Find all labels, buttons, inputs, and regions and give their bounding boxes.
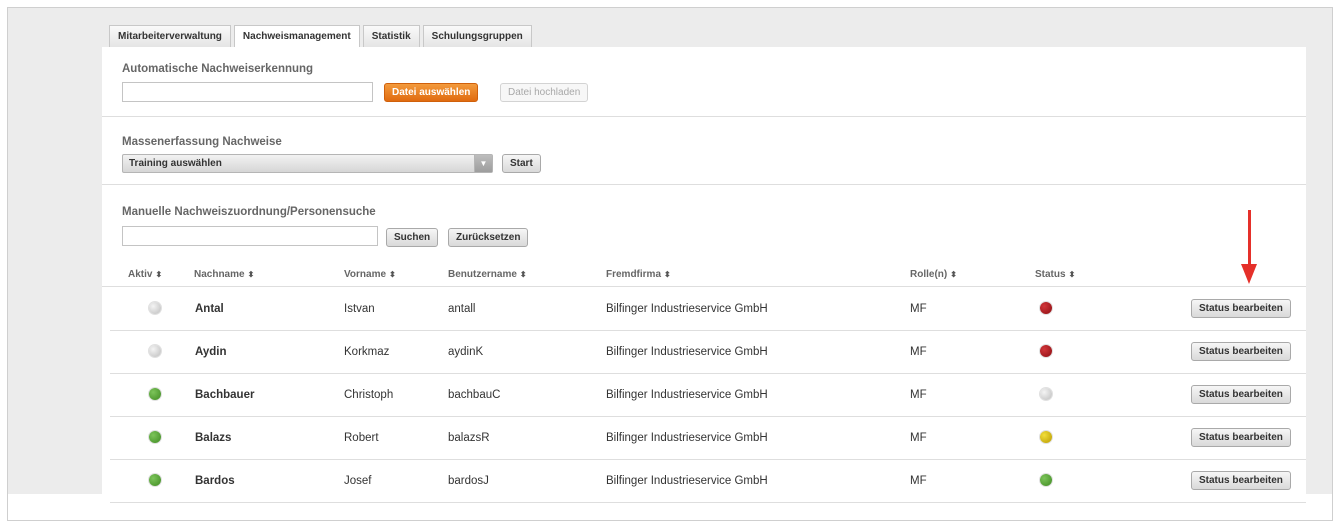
aktiv-indicator [149,388,161,400]
cell-benutzername: bardosJ [448,475,489,487]
tab-statistik[interactable]: Statistik [362,25,420,48]
cell-benutzername: balazsR [448,432,490,444]
edit-status-button[interactable]: Status bearbeiten [1191,385,1291,404]
sort-icon: ⬍ [950,270,957,279]
section-title: Manuelle Nachweiszuordnung/Personensuche [122,206,376,218]
cell-benutzername: bachbauC [448,389,501,401]
select-file-button[interactable]: Datei auswählen [384,83,479,102]
cell-fremdfirma: Bilfinger Industrieservice GmbH [606,346,768,358]
status-indicator [1040,431,1052,443]
chevron-down-icon: ▼ [474,155,492,172]
training-select-value: Training auswählen [129,158,222,169]
content-panel: Automatische Nachweiserkennung Datei aus… [102,47,1306,503]
annotation-arrow [1248,210,1251,266]
mass-entry-section: Massenerfassung Nachweise Training auswä… [102,117,1306,185]
auto-detection-section: Automatische Nachweiserkennung Datei aus… [102,47,1306,117]
column-vorname[interactable]: Vorname ⬍ [344,269,396,280]
column-label: Vorname [344,269,387,280]
status-indicator [1040,302,1052,314]
cell-vorname: Korkmaz [344,346,390,358]
sort-icon: ⬍ [1068,270,1076,279]
app-frame: Mitarbeiterverwaltung Nachweismanagement… [7,7,1333,521]
column-rollen[interactable]: Rolle(n) ⬍ [910,269,957,280]
status-indicator [1040,388,1052,400]
edit-status-button[interactable]: Status bearbeiten [1191,342,1291,361]
table-header: Aktiv ⬍ Nachname ⬍ Vorname ⬍ Benutzername ⬍ … [102,261,1306,287]
cell-nachname: Antal [195,303,224,315]
cell-rolle: MF [910,389,927,401]
cell-rolle: MF [910,303,927,315]
table-row: Bachbauer Christoph bachbauC Bilfinger I… [110,374,1306,417]
sort-icon: ⬍ [664,270,671,279]
file-path-input[interactable] [122,82,373,102]
cell-rolle: MF [910,432,927,444]
cell-fremdfirma: Bilfinger Industrieservice GmbH [606,475,768,487]
cell-nachname: Bardos [195,475,235,487]
section-title: Massenerfassung Nachweise [122,136,282,148]
table-row: Balazs Robert balazsR Bilfinger Industri… [110,417,1306,460]
cell-vorname: Christoph [344,389,394,401]
cell-vorname: Istvan [344,303,375,315]
upload-file-button[interactable]: Datei hochladen [500,83,589,102]
cell-fremdfirma: Bilfinger Industrieservice GmbH [606,389,768,401]
table-row: Antal Istvan antall Bilfinger Industries… [110,288,1306,331]
column-label: Aktiv [128,269,153,280]
cell-nachname: Balazs [195,432,232,444]
search-button[interactable]: Suchen [386,228,439,247]
tab-schulungsgruppen[interactable]: Schulungsgruppen [422,25,532,48]
table-row: Bardos Josef bardosJ Bilfinger Industrie… [110,460,1306,503]
cell-fremdfirma: Bilfinger Industrieservice GmbH [606,432,768,444]
edit-status-button[interactable]: Status bearbeiten [1191,471,1291,490]
aktiv-indicator [149,474,161,486]
cell-rolle: MF [910,346,927,358]
status-indicator [1040,474,1052,486]
sort-icon: ⬍ [389,270,396,279]
column-nachname[interactable]: Nachname ⬍ [194,269,254,280]
cell-vorname: Robert [344,432,379,444]
reset-button[interactable]: Zurücksetzen [448,228,529,247]
tab-mitarbeiterverwaltung[interactable]: Mitarbeiterverwaltung [109,25,231,48]
person-search-input[interactable] [122,226,378,246]
cell-nachname: Bachbauer [195,389,255,401]
page-background: Mitarbeiterverwaltung Nachweismanagement… [8,8,1332,503]
table-row: Aydin Korkmaz aydinK Bilfinger Industrie… [110,331,1306,374]
sort-icon: ⬍ [155,270,163,279]
start-button[interactable]: Start [502,154,541,173]
edit-status-button[interactable]: Status bearbeiten [1191,428,1291,447]
column-label: Status [1035,269,1066,280]
training-select[interactable]: Training auswählen ▼ [122,154,493,173]
sort-icon: ⬍ [247,270,255,279]
cell-benutzername: aydinK [448,346,484,358]
aktiv-indicator [149,302,161,314]
column-label: Rolle(n) [910,269,948,280]
cell-nachname: Aydin [195,346,227,358]
cell-fremdfirma: Bilfinger Industrieservice GmbH [606,303,768,315]
column-status[interactable]: Status ⬍ [1035,269,1075,280]
section-title: Automatische Nachweiserkennung [122,63,314,75]
tab-bar: Mitarbeiterverwaltung Nachweismanagement… [109,25,535,49]
column-aktiv[interactable]: Aktiv ⬍ [128,269,162,280]
column-label: Fremdfirma [606,269,662,280]
sort-icon: ⬍ [519,270,527,279]
cell-benutzername: antall [448,303,476,315]
column-label: Benutzername [448,269,517,280]
column-label: Nachname [194,269,245,280]
status-indicator [1040,345,1052,357]
tab-nachweismanagement[interactable]: Nachweismanagement [233,25,360,49]
cell-vorname: Josef [344,475,372,487]
arrow-down-icon [1241,264,1257,284]
column-fremdfirma[interactable]: Fremdfirma ⬍ [606,269,671,280]
edit-status-button[interactable]: Status bearbeiten [1191,299,1291,318]
manual-search-section: Manuelle Nachweiszuordnung/Personensuche… [102,185,1306,261]
aktiv-indicator [149,431,161,443]
aktiv-indicator [149,345,161,357]
cell-rolle: MF [910,475,927,487]
column-benutzername[interactable]: Benutzername ⬍ [448,269,527,280]
